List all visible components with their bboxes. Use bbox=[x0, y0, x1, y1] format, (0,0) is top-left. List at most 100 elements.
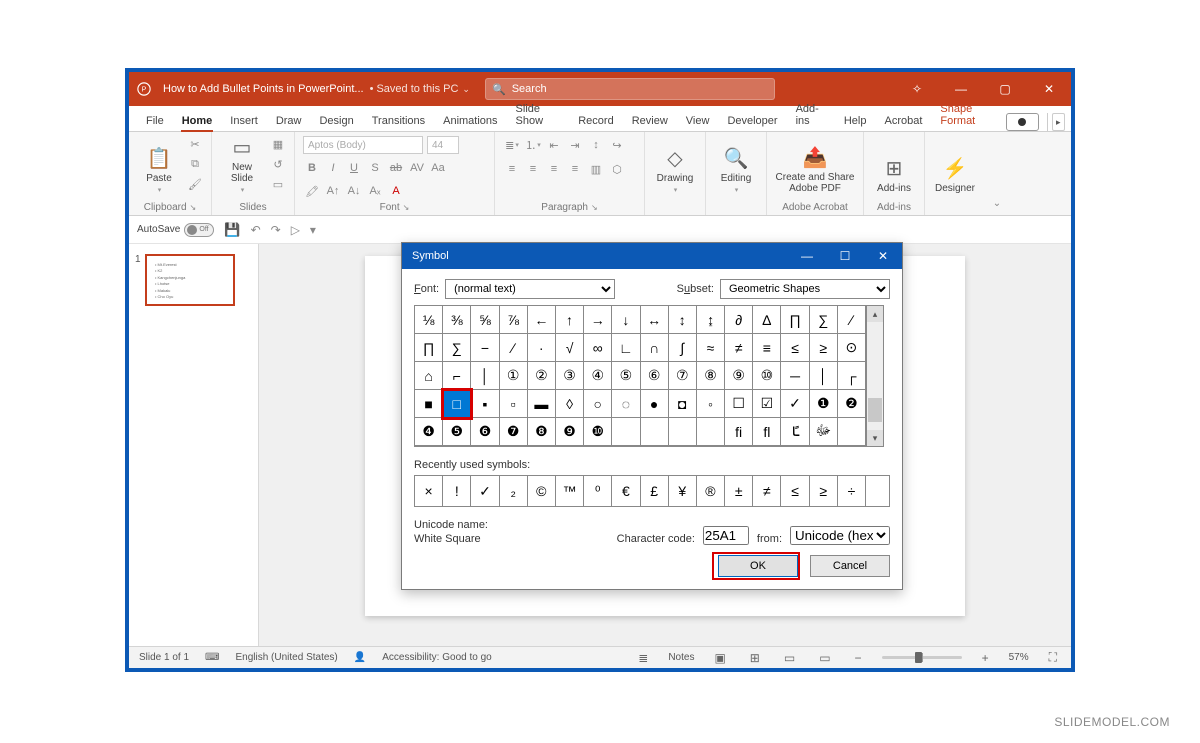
zoom-in-button[interactable]: + bbox=[978, 651, 993, 665]
tab-shape-format[interactable]: Shape Format bbox=[931, 98, 1006, 131]
reading-view-icon[interactable]: ▭ bbox=[780, 651, 799, 665]
tab-transitions[interactable]: Transitions bbox=[363, 110, 434, 131]
font-color-button[interactable]: A bbox=[387, 182, 405, 200]
symbol-cell[interactable]: ③ bbox=[556, 362, 584, 390]
symbol-cell[interactable]: │ bbox=[471, 362, 499, 390]
align-left-button[interactable]: ≡ bbox=[503, 160, 521, 178]
dialog-maximize-button[interactable]: ☐ bbox=[826, 243, 864, 269]
recent-symbol-cell[interactable]: ✓ bbox=[471, 476, 499, 506]
symbol-cell[interactable]: ← bbox=[528, 306, 556, 334]
tab-slide-show[interactable]: Slide Show bbox=[507, 98, 570, 131]
symbol-cell[interactable]: ◘ bbox=[669, 390, 697, 418]
symbol-cell[interactable]: ⅝ bbox=[471, 306, 499, 334]
recent-symbol-cell[interactable]: ± bbox=[725, 476, 753, 506]
recent-symbol-cell[interactable]: ™ bbox=[556, 476, 584, 506]
section-icon[interactable]: ▭ bbox=[270, 176, 286, 192]
indent-dec-button[interactable]: ⇤ bbox=[545, 136, 563, 154]
symbol-cell[interactable]: ﴼ bbox=[781, 418, 809, 446]
align-right-button[interactable]: ≡ bbox=[545, 160, 563, 178]
symbol-cell[interactable]: ⅞ bbox=[500, 306, 528, 334]
symbol-cell[interactable]: ⑨ bbox=[725, 362, 753, 390]
recent-symbol-cell[interactable]: ≥ bbox=[810, 476, 838, 506]
symbol-cell[interactable]: ○ bbox=[584, 390, 612, 418]
symbol-cell[interactable]: ● bbox=[641, 390, 669, 418]
addins-button[interactable]: ⊞Add-ins bbox=[872, 136, 916, 194]
symbol-cell[interactable]: ﷻ bbox=[810, 418, 838, 446]
symbol-cell[interactable]: ∟ bbox=[612, 334, 640, 362]
symbol-cell[interactable]: ⌐ bbox=[443, 362, 471, 390]
symbol-cell[interactable]: ↑ bbox=[556, 306, 584, 334]
symbol-cell[interactable]: ∏ bbox=[781, 306, 809, 334]
bold-button[interactable]: B bbox=[303, 159, 321, 177]
font-dropdown[interactable]: (normal text) bbox=[445, 279, 615, 299]
scroll-up-icon[interactable]: ▴ bbox=[867, 306, 883, 322]
recent-symbol-cell[interactable]: ≠ bbox=[753, 476, 781, 506]
tab-insert[interactable]: Insert bbox=[221, 110, 267, 131]
recent-symbols-grid[interactable]: ×!✓₂©™⁰€£¥®±≠≤≥÷ bbox=[414, 475, 890, 507]
underline-button[interactable]: U bbox=[345, 159, 363, 177]
symbol-cell[interactable]: ⑧ bbox=[697, 362, 725, 390]
symbol-cell[interactable]: ① bbox=[500, 362, 528, 390]
recent-symbol-cell[interactable]: © bbox=[528, 476, 556, 506]
symbol-cell[interactable]: ∑ bbox=[443, 334, 471, 362]
symbol-cell[interactable]: ┌ bbox=[838, 362, 866, 390]
symbol-cell[interactable]: ↓ bbox=[612, 306, 640, 334]
symbol-cell[interactable]: ■ bbox=[415, 390, 443, 418]
symbol-cell[interactable]: √ bbox=[556, 334, 584, 362]
tab-file[interactable]: File bbox=[137, 110, 173, 131]
symbol-cell[interactable]: ≡ bbox=[753, 334, 781, 362]
symbol-cell[interactable]: ∕ bbox=[838, 306, 866, 334]
symbol-cell[interactable]: ∫ bbox=[669, 334, 697, 362]
ok-button[interactable]: OK bbox=[718, 555, 798, 577]
symbol-cell[interactable]: ⅛ bbox=[415, 306, 443, 334]
tab-developer[interactable]: Developer bbox=[718, 110, 786, 131]
cancel-button[interactable]: Cancel bbox=[810, 555, 890, 577]
symbol-cell[interactable]: ❶ bbox=[810, 390, 838, 418]
symbol-cell[interactable]: ∞ bbox=[584, 334, 612, 362]
symbol-cell[interactable]: ≥ bbox=[810, 334, 838, 362]
symbol-cell[interactable]: ∙ bbox=[528, 334, 556, 362]
numbering-button[interactable]: ⒈▾ bbox=[524, 136, 542, 154]
text-direction-button[interactable]: ↪ bbox=[608, 136, 626, 154]
font-name-input[interactable] bbox=[303, 136, 423, 154]
symbol-cell[interactable]: │ bbox=[810, 362, 838, 390]
symbol-cell[interactable]: ② bbox=[528, 362, 556, 390]
line-spacing-button[interactable]: ↕ bbox=[587, 136, 605, 154]
columns-button[interactable]: ▥ bbox=[587, 160, 605, 178]
symbol-cell[interactable]: ⑤ bbox=[612, 362, 640, 390]
slideshow-view-icon[interactable]: ▭ bbox=[815, 651, 834, 665]
symbol-cell[interactable] bbox=[612, 418, 640, 446]
symbol-cell[interactable]: ▫ bbox=[500, 390, 528, 418]
indent-inc-button[interactable]: ⇥ bbox=[566, 136, 584, 154]
symbol-cell[interactable]: ↔ bbox=[641, 306, 669, 334]
symbol-cell[interactable]: ≈ bbox=[697, 334, 725, 362]
ribbon-overflow[interactable]: ▸ bbox=[1052, 113, 1065, 131]
spacing-button[interactable]: AV bbox=[408, 159, 426, 177]
dialog-minimize-button[interactable]: — bbox=[788, 243, 826, 269]
close-button[interactable]: ✕ bbox=[1027, 72, 1071, 106]
zoom-out-button[interactable]: − bbox=[851, 651, 866, 665]
tab-review[interactable]: Review bbox=[623, 110, 677, 131]
symbol-cell[interactable] bbox=[641, 418, 669, 446]
symbol-cell[interactable]: ∆ bbox=[753, 306, 781, 334]
symbol-cell[interactable]: ⊙ bbox=[838, 334, 866, 362]
recent-symbol-cell[interactable]: ® bbox=[697, 476, 725, 506]
symbol-cell[interactable]: ∂ bbox=[725, 306, 753, 334]
paste-button[interactable]: 📋 Paste ▾ bbox=[137, 136, 181, 194]
recent-symbol-cell[interactable]: ! bbox=[443, 476, 471, 506]
symbol-cell[interactable]: ∕ bbox=[500, 334, 528, 362]
reset-icon[interactable]: ↺ bbox=[270, 156, 286, 172]
symbol-cell[interactable]: − bbox=[471, 334, 499, 362]
symbol-cell[interactable]: ✓ bbox=[781, 390, 809, 418]
symbol-cell[interactable] bbox=[669, 418, 697, 446]
symbol-cell[interactable]: ❷ bbox=[838, 390, 866, 418]
tab-animations[interactable]: Animations bbox=[434, 110, 506, 131]
tab-design[interactable]: Design bbox=[310, 110, 362, 131]
font-shrink-button[interactable]: A↓ bbox=[345, 182, 363, 200]
tab-add-ins[interactable]: Add-ins bbox=[787, 98, 835, 131]
recent-symbol-cell[interactable]: ¥ bbox=[669, 476, 697, 506]
symbol-cell[interactable]: ↕ bbox=[669, 306, 697, 334]
save-icon[interactable]: 💾 bbox=[224, 222, 240, 238]
justify-button[interactable]: ≡ bbox=[566, 160, 584, 178]
tab-acrobat[interactable]: Acrobat bbox=[875, 110, 931, 131]
